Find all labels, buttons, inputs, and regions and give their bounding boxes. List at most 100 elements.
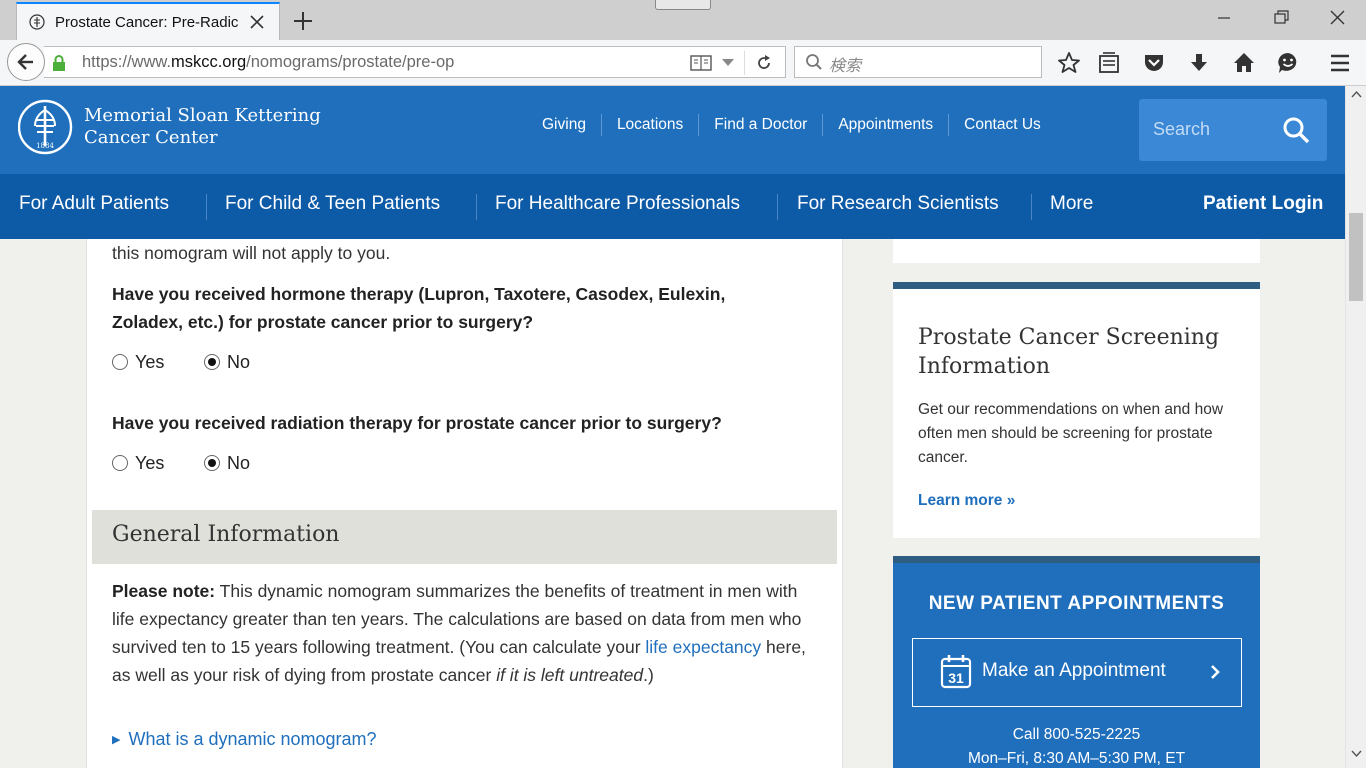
chevron-right-icon — [1211, 665, 1220, 679]
disclosure-triangle-icon: ▶ — [112, 734, 121, 746]
hamburger-menu-icon[interactable] — [1328, 51, 1352, 75]
reload-icon[interactable] — [754, 53, 774, 73]
hormone-no-radio[interactable] — [204, 354, 220, 370]
nav-more[interactable]: More — [1050, 193, 1093, 215]
appointments-card-title: NEW PATIENT APPOINTMENTS — [928, 593, 1225, 614]
question-hormone-therapy: Have you received hormone therapy (Lupro… — [112, 280, 812, 336]
question-radiation-therapy: Have you received radiation therapy for … — [112, 413, 722, 433]
bookmarks-library-icon[interactable] — [1097, 51, 1121, 75]
main-column: this nomogram will not apply to you. Hav… — [86, 239, 843, 768]
nav-healthcare-professionals[interactable]: For Healthcare Professionals — [495, 193, 740, 215]
browser-search-bar[interactable]: 検索 — [794, 46, 1042, 78]
search-icon — [806, 54, 822, 70]
radiation-no-radio[interactable] — [204, 455, 220, 471]
util-link-giving[interactable]: Giving — [527, 114, 601, 136]
radiation-yes-label[interactable]: Yes — [135, 453, 164, 474]
minimize-window-icon[interactable] — [1211, 6, 1237, 30]
home-icon[interactable] — [1232, 51, 1256, 75]
tab-title: Prostate Cancer: Pre-Radic — [55, 13, 239, 31]
nav-divider — [777, 194, 778, 220]
util-link-locations[interactable]: Locations — [600, 114, 698, 136]
make-appointment-button[interactable]: 31 Make an Appointment — [912, 638, 1242, 707]
intro-text-tail: this nomogram will not apply to you. — [112, 243, 391, 263]
question-line: Zoladex, etc.) for prostate cancer prior… — [112, 312, 534, 332]
note-label: Please note: — [112, 581, 216, 601]
page-scrollbar[interactable] — [1345, 86, 1366, 768]
restore-window-icon[interactable] — [1268, 6, 1294, 30]
browser-toolbar: https://www.mskcc.org/nomograms/prostate… — [0, 40, 1366, 86]
screening-info-card: Prostate Cancer Screening Information Ge… — [893, 282, 1260, 538]
main-nav: For Adult Patients For Child & Teen Pati… — [0, 174, 1345, 239]
window-drag-handle[interactable] — [655, 0, 711, 10]
url-bar[interactable]: https://www.mskcc.org/nomograms/prostate… — [44, 46, 786, 78]
appointments-card: NEW PATIENT APPOINTMENTS 31 Make an Appo… — [893, 556, 1260, 768]
life-expectancy-link[interactable]: life expectancy — [645, 637, 761, 657]
logo-year: 1884 — [36, 142, 54, 150]
site-favicon-icon — [29, 14, 45, 30]
radiation-no-label[interactable]: No — [227, 453, 250, 474]
site-header: 1884 Memorial Sloan Kettering Cancer Cen… — [0, 86, 1345, 174]
bookmark-star-icon[interactable] — [1057, 51, 1081, 75]
url-domain: mskcc.org — [170, 53, 247, 71]
back-button[interactable] — [7, 43, 45, 81]
site-search-box[interactable]: Search — [1139, 99, 1327, 161]
logo-wordmark[interactable]: Memorial Sloan Kettering Cancer Center — [84, 105, 321, 149]
nav-research-scientists[interactable]: For Research Scientists — [797, 193, 999, 215]
make-appointment-label: Make an Appointment — [982, 660, 1166, 681]
new-tab-plus-icon[interactable] — [290, 8, 316, 34]
site-search-placeholder: Search — [1153, 119, 1211, 139]
nav-divider — [1031, 194, 1032, 220]
note-paragraph: Please note: This dynamic nomogram summa… — [112, 577, 822, 689]
util-link-contact-us[interactable]: Contact Us — [948, 114, 1056, 136]
patient-login-link[interactable]: Patient Login — [1203, 193, 1323, 215]
urlbar-divider — [744, 51, 745, 75]
hormone-yes-radio[interactable] — [112, 354, 128, 370]
util-link-find-a-doctor[interactable]: Find a Doctor — [698, 114, 822, 136]
reader-view-icon[interactable] — [690, 54, 712, 72]
close-tab-icon[interactable] — [247, 12, 267, 32]
nav-divider — [206, 194, 207, 220]
browser-tab[interactable]: Prostate Cancer: Pre-Radic — [16, 2, 280, 40]
note-text: .) — [643, 665, 654, 685]
sidebar-card-bottom — [893, 239, 1260, 263]
scroll-up-arrow-icon[interactable] — [1351, 90, 1362, 98]
section-title: General Information — [112, 522, 340, 547]
page-content: this nomogram will not apply to you. Hav… — [0, 239, 1345, 768]
scroll-down-arrow-icon[interactable] — [1351, 750, 1362, 758]
screening-card-description: Get our recommendations on when and how … — [918, 401, 1224, 466]
calendar-icon: 31 — [940, 655, 972, 689]
radiation-yes-radio[interactable] — [112, 455, 128, 471]
question-line: Have you received hormone therapy (Lupro… — [112, 284, 726, 304]
browser-tab-bar: Prostate Cancer: Pre-Radic — [0, 0, 1366, 40]
nav-divider — [476, 194, 477, 220]
history-dropdown-icon[interactable] — [721, 59, 735, 67]
url-prefix: https://www. — [82, 53, 171, 71]
downloads-icon[interactable] — [1187, 51, 1211, 75]
hormone-no-label[interactable]: No — [227, 352, 250, 373]
msk-logo-icon[interactable]: 1884 — [18, 96, 74, 158]
logo-line-1: Memorial Sloan Kettering — [84, 105, 321, 126]
hormone-yes-label[interactable]: Yes — [135, 352, 164, 373]
utility-nav: Giving Locations Find a Doctor Appointme… — [527, 114, 1056, 136]
url-path: /nomograms/prostate/pre-op — [246, 53, 455, 71]
pocket-icon[interactable] — [1142, 51, 1166, 75]
nav-adult-patients[interactable]: For Adult Patients — [19, 193, 169, 215]
scrollbar-thumb[interactable] — [1349, 213, 1363, 301]
search-icon[interactable] — [1282, 116, 1310, 144]
url-text[interactable]: https://www.mskcc.org/nomograms/prostate… — [82, 53, 454, 72]
browser-search-placeholder: 検索 — [829, 56, 862, 75]
learn-more-link[interactable]: Learn more » — [918, 492, 1015, 510]
logo-line-2: Cancer Center — [84, 127, 218, 148]
nav-child-teen-patients[interactable]: For Child & Teen Patients — [225, 193, 440, 215]
lock-icon[interactable] — [52, 55, 66, 71]
feedback-smiley-icon[interactable] — [1276, 51, 1300, 75]
appointment-hours: Mon–Fri, 8:30 AM–5:30 PM, ET — [967, 750, 1186, 767]
calendar-day: 31 — [948, 670, 964, 686]
util-link-appointments[interactable]: Appointments — [822, 114, 948, 136]
disclosure-label: What is a dynamic nomogram? — [128, 729, 377, 749]
appointment-phone[interactable]: Call 800-525-2225 — [893, 726, 1260, 744]
back-arrow-icon — [17, 54, 33, 70]
close-window-icon[interactable] — [1325, 6, 1351, 30]
section-header: General Information — [92, 510, 837, 564]
dynamic-nomogram-disclosure[interactable]: ▶ What is a dynamic nomogram? — [112, 729, 377, 750]
